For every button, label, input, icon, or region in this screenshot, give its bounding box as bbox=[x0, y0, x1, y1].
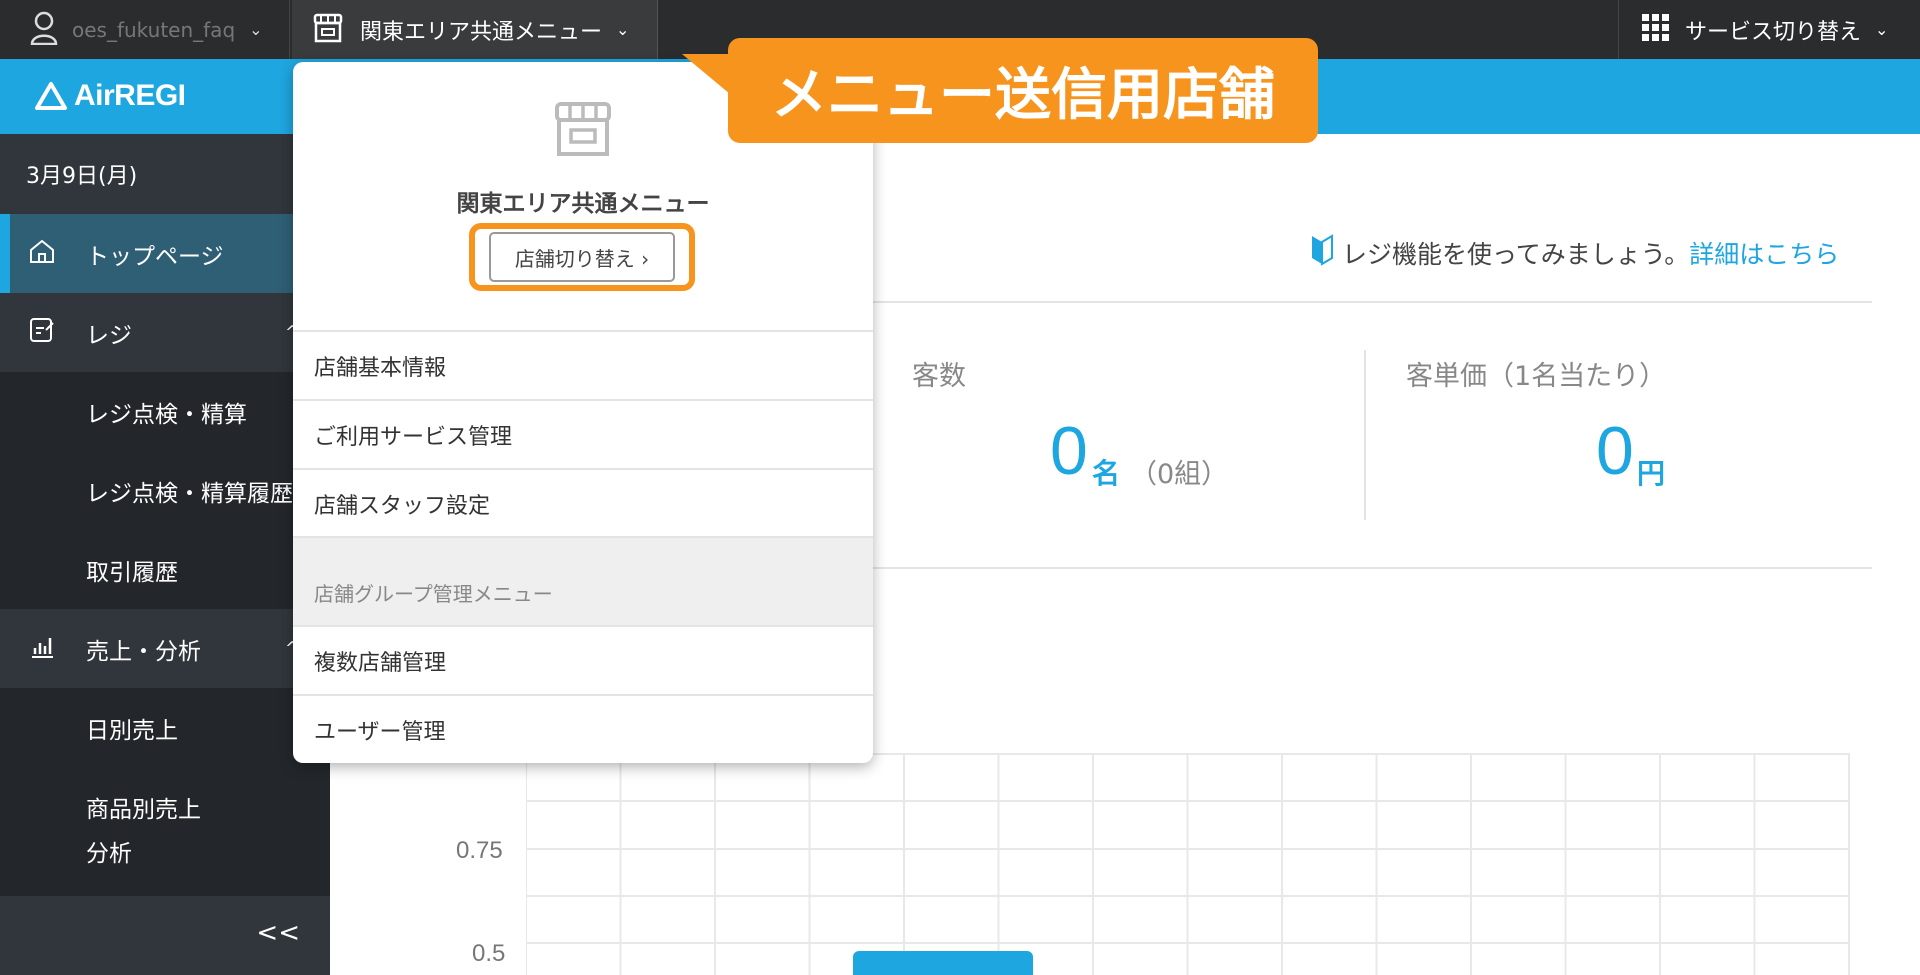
customers-label: 客数 bbox=[912, 361, 966, 392]
customers-groups: （0組） bbox=[1130, 459, 1229, 490]
chart-bar bbox=[853, 951, 1033, 975]
sidebar-footer: << bbox=[0, 896, 330, 975]
divider bbox=[1364, 350, 1366, 520]
intro-banner: レジ機能を使ってみましょう。 詳細はこちら bbox=[1310, 234, 1839, 272]
sidebar-item-daily-sales[interactable]: 日別売上 bbox=[0, 688, 330, 767]
sidebar-item-label: レジ点検・精算履歴 bbox=[86, 480, 293, 507]
menu-item-multi-store[interactable]: 複数店舗管理 bbox=[293, 625, 873, 694]
logo-text: AirREGI bbox=[74, 79, 186, 112]
sidebar-item-label: 分析 bbox=[86, 841, 132, 867]
user-icon bbox=[30, 11, 58, 49]
grid-icon bbox=[1641, 13, 1671, 47]
avg-price-label: 客単価（1名当たり） bbox=[1406, 361, 1667, 392]
switch-highlight: 店舗切り替え › bbox=[469, 223, 695, 291]
menu-item-staff-settings[interactable]: 店舗スタッフ設定 bbox=[293, 468, 873, 537]
service-switch-button[interactable]: サービス切り替え ⌄ bbox=[1618, 0, 1920, 59]
menu-item-store-info[interactable]: 店舗基本情報 bbox=[293, 330, 873, 399]
details-link[interactable]: 詳細はこちら bbox=[1689, 235, 1839, 271]
user-name: oes_fukuten_faq bbox=[72, 17, 236, 42]
store-selector[interactable]: 関東エリア共通メニュー ⌄ bbox=[292, 0, 658, 59]
sidebar-item-analysis[interactable]: 分析 bbox=[0, 834, 330, 896]
chevron-down-icon: ⌄ bbox=[249, 20, 263, 39]
store-dropdown-menu: 関東エリア共通メニュー 店舗切り替え › 店舗基本情報 ご利用サービス管理 店舗… bbox=[293, 62, 873, 763]
chevron-down-icon: ⌄ bbox=[616, 20, 630, 39]
sidebar-item-label: トップページ bbox=[86, 243, 224, 270]
intro-text: レジ機能を使ってみましょう。 bbox=[1342, 240, 1690, 269]
avg-price-value: 0 bbox=[1596, 413, 1634, 489]
sidebar-item-label: レジ bbox=[86, 322, 132, 349]
store-icon bbox=[312, 13, 344, 47]
sidebar-item-top-page[interactable]: トップページ bbox=[0, 214, 330, 293]
sidebar-item-transaction-history[interactable]: 取引履歴 bbox=[0, 530, 330, 609]
dropdown-store-title: 関東エリア共通メニュー bbox=[456, 191, 710, 217]
avg-price-unit: 円 bbox=[1637, 457, 1666, 490]
annotation-callout: メニュー送信用店舗 bbox=[728, 38, 1318, 143]
bar-chart-icon bbox=[28, 632, 56, 666]
sidebar-item-label: 日別売上 bbox=[86, 717, 178, 744]
y-tick-label: 0.5 bbox=[472, 940, 506, 967]
sidebar-item-label: 売上・分析 bbox=[86, 638, 201, 665]
airregi-logo[interactable]: AirREGI bbox=[34, 79, 186, 113]
sidebar: 3月9日(月) トップページ レジ ^ レジ点検・精算 レジ点検・精算履歴 取引… bbox=[0, 134, 330, 975]
store-icon bbox=[551, 100, 615, 162]
sidebar-item-label: 商品別売上 bbox=[86, 796, 201, 823]
logo-mark-icon bbox=[35, 82, 67, 110]
customers-value: 0 bbox=[1050, 413, 1088, 489]
customers-unit: 名 bbox=[1092, 457, 1121, 490]
home-icon bbox=[28, 238, 56, 270]
chevron-down-icon: ⌄ bbox=[1875, 20, 1889, 39]
sidebar-item-label: レジ点検・精算 bbox=[86, 401, 247, 428]
sidebar-item-register[interactable]: レジ ^ bbox=[0, 293, 330, 372]
group-menu-heading: 店舗グループ管理メニュー bbox=[293, 536, 873, 625]
register-icon bbox=[28, 316, 56, 350]
menu-item-service-management[interactable]: ご利用サービス管理 bbox=[293, 399, 873, 468]
collapse-sidebar-button[interactable]: << bbox=[256, 918, 300, 948]
store-switch-button[interactable]: 店舗切り替え › bbox=[489, 232, 675, 282]
store-name: 関東エリア共通メニュー bbox=[360, 19, 603, 45]
sidebar-item-sales-analysis[interactable]: 売上・分析 ^ bbox=[0, 609, 330, 688]
sidebar-item-register-check[interactable]: レジ点検・精算 bbox=[0, 372, 330, 451]
service-switch-label: サービス切り替え bbox=[1685, 19, 1862, 45]
y-tick-label: 0.75 bbox=[456, 837, 503, 864]
user-menu[interactable]: oes_fukuten_faq ⌄ bbox=[0, 0, 290, 59]
sidebar-date: 3月9日(月) bbox=[0, 134, 330, 214]
menu-item-user-management[interactable]: ユーザー管理 bbox=[293, 694, 873, 763]
sidebar-item-register-check-history[interactable]: レジ点検・精算履歴 bbox=[0, 451, 330, 530]
chart-grid bbox=[526, 753, 1850, 975]
sidebar-item-label: 取引履歴 bbox=[86, 559, 178, 586]
beginner-mark-icon bbox=[1310, 234, 1334, 272]
